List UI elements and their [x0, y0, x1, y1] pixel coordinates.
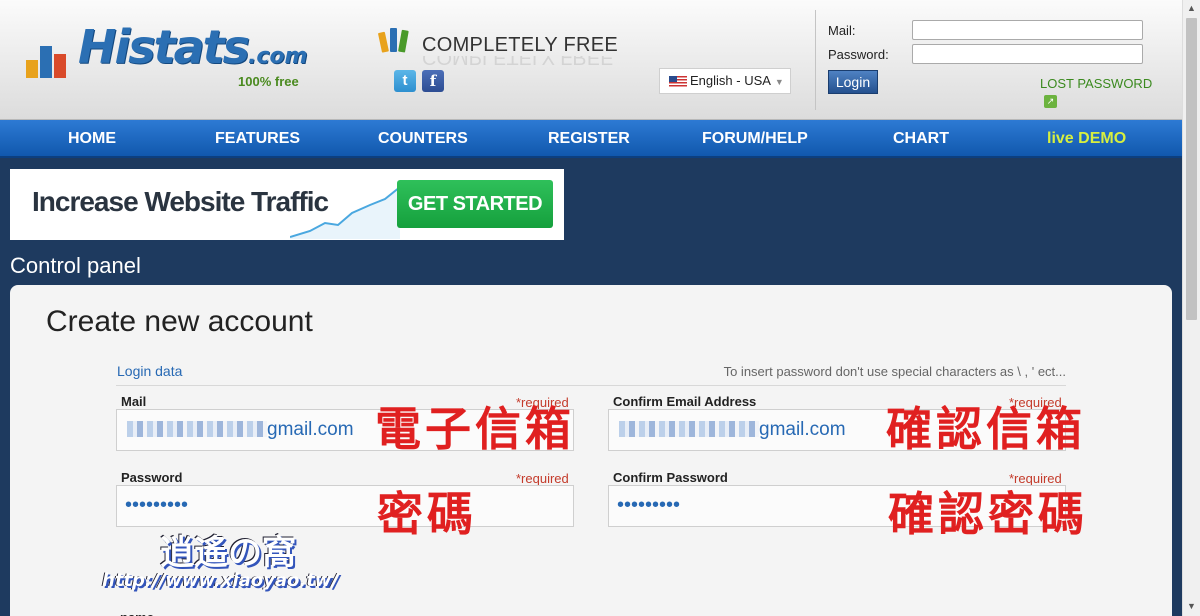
nav-counters[interactable]: COUNTERS [378, 120, 468, 158]
login-mail-input[interactable] [912, 20, 1143, 40]
histats-logo[interactable]: Histats.com 100% free [26, 20, 316, 90]
nav-home[interactable]: HOME [68, 120, 116, 158]
nav-chart[interactable]: CHART [893, 120, 949, 158]
mail-label: Mail: [828, 23, 856, 38]
annotation-confirm-mail: 確認信箱 [886, 402, 1086, 456]
password-label: Password: [828, 47, 889, 62]
ad-banner[interactable]: Increase Website Traffic GET STARTED [10, 169, 564, 240]
confirm-mail-field-label: Confirm Email Address [613, 394, 757, 409]
books-icon [377, 26, 412, 53]
twitter-icon[interactable]: t [394, 70, 416, 92]
password-required-tag: *required [516, 471, 569, 486]
confirm-mail-field-value: gmail.com [619, 419, 846, 441]
us-flag-icon [669, 76, 687, 87]
external-link-icon: ↗ [1044, 95, 1057, 108]
control-panel-title: Control panel [10, 253, 141, 278]
password-hint: To insert password don't use special cha… [723, 364, 1066, 379]
main-nav: HOME FEATURES COUNTERS REGISTER FORUM/HE… [0, 120, 1182, 158]
facebook-icon[interactable]: f [422, 70, 444, 92]
login-box: Mail: Password: Login LOST PASSWORD↗ [815, 10, 1165, 110]
language-selected: English - USA [690, 73, 771, 88]
completely-free-text: COMPLETELY FREE [422, 34, 619, 56]
completely-free-badge: COMPLETELY FREE COMPLETELY FREE t f [377, 26, 642, 96]
site-header: Histats.com 100% free COMPLETELY FREE CO… [0, 0, 1182, 120]
scroll-down-icon[interactable]: ▼ [1183, 598, 1200, 615]
mail-field-label: Mail [121, 394, 147, 409]
logo-tagline: 100% free [238, 74, 299, 89]
password-field[interactable]: ••••••••• [116, 485, 574, 527]
completely-free-reflection: COMPLETELY FREE [422, 56, 614, 68]
get-started-button[interactable]: GET STARTED [397, 180, 553, 228]
nav-features[interactable]: FEATURES [215, 120, 300, 158]
annotation-confirm-password: 確認密碼 [888, 487, 1088, 541]
site-watermark: 逍遙の窩 http://www.xiaoyao.tw/ [98, 525, 388, 615]
main-content: Increase Website Traffic GET STARTED Con… [0, 160, 1182, 616]
language-select[interactable]: English - USA ▼ [659, 68, 791, 94]
lost-password-link[interactable]: LOST PASSWORD↗ [1040, 76, 1165, 108]
scroll-thumb[interactable] [1186, 18, 1197, 320]
mail-field-value: gmail.com [127, 419, 354, 441]
login-password-input[interactable] [912, 44, 1143, 64]
fieldset-header: Login data To insert password don't use … [116, 361, 1066, 386]
name-field-label: name [120, 610, 154, 616]
watermark-title: 逍遙の窩 [160, 533, 296, 573]
redacted-mask [127, 421, 267, 437]
logo-word: Histats.com [78, 20, 308, 74]
page-title: Create new account [46, 305, 313, 338]
login-button[interactable]: Login [828, 70, 878, 94]
annotation-password: 密碼 [377, 487, 477, 541]
nav-live-demo[interactable]: live DEMO [1047, 120, 1126, 158]
password-field-value: ••••••••• [125, 494, 189, 516]
watermark-url: http://www.xiaoyao.tw/ [102, 570, 339, 591]
fieldset-legend: Login data [117, 363, 183, 379]
logo-bars-icon [26, 34, 70, 78]
annotation-mail: 電子信箱 [375, 402, 575, 456]
chevron-down-icon: ▼ [774, 77, 784, 87]
nav-forum-help[interactable]: FORUM/HELP [702, 120, 808, 158]
nav-register[interactable]: REGISTER [548, 120, 630, 158]
password-field-label: Password [121, 470, 183, 485]
scroll-up-icon[interactable]: ▲ [1183, 0, 1200, 17]
redacted-mask [619, 421, 759, 437]
confirm-password-field-value: ••••••••• [617, 494, 681, 516]
banner-text: Increase Website Traffic [32, 186, 329, 217]
confirm-password-field-label: Confirm Password [613, 470, 728, 485]
page-scrollbar[interactable]: ▲ ▼ [1182, 0, 1200, 616]
